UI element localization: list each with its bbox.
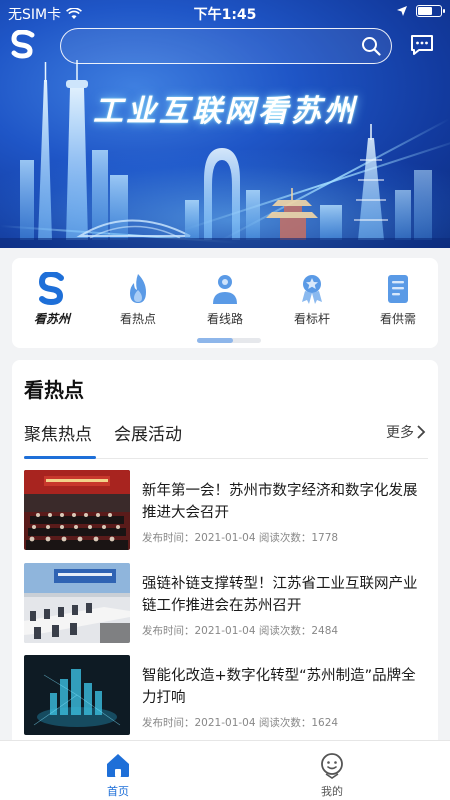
news-meta: 发布时间：2021-01-04 阅读次数：1624: [142, 717, 339, 729]
category-kan-redian[interactable]: 看热点: [108, 272, 168, 327]
category-label: 看线路: [206, 312, 243, 326]
location-arrow-icon: [397, 6, 407, 16]
tab-mine[interactable]: 我的: [302, 751, 362, 799]
news-meta: 发布时间：2021-01-04 阅读次数：2484: [142, 625, 339, 637]
status-bar: 无SIM卡 下午1:45: [0, 0, 450, 26]
news-title: 新年第一会！苏州市数字经济和数字化发展推进大会召开: [142, 483, 418, 521]
category-label: 看标杆: [293, 312, 330, 326]
category-kan-gongxu[interactable]: 看供需: [368, 272, 428, 327]
message-icon[interactable]: [410, 34, 434, 56]
category-kan-xianlu[interactable]: 看线路: [195, 272, 255, 327]
news-item[interactable]: 智能化改造+数字化转型“苏州制造”品牌全力打响 发布时间：2021-01-04 …: [24, 655, 428, 735]
flame-icon: [130, 274, 146, 303]
home-icon: [107, 754, 129, 777]
document-icon: [388, 275, 408, 303]
news-thumbnail: [24, 563, 130, 643]
news-item[interactable]: 强链补链支撑转型！江苏省工业互联网产业链工作推进会在苏州召开 发布时间：2021…: [24, 563, 428, 643]
tab-focus-hot[interactable]: 聚焦热点: [24, 420, 92, 445]
hot-section: 看热点 聚焦热点 会展活动 更多 新年第一会！苏州市数字经济和数字化发展推进大会…: [12, 360, 438, 744]
news-meta: 发布时间：2021-01-04 阅读次数：1778: [142, 532, 339, 544]
news-title: 强链补链支撑转型！江苏省工业互联网产业链工作推进会在苏州召开: [142, 576, 418, 614]
bottom-tab-bar: 首页 我的: [0, 740, 450, 800]
profile-face-icon: [321, 753, 343, 779]
tab-exhibitions[interactable]: 会展活动: [114, 420, 182, 445]
status-time: 下午1:45: [193, 7, 257, 23]
search-input[interactable]: [75, 35, 345, 57]
more-link[interactable]: 更多: [386, 422, 426, 442]
award-medal-icon: [302, 275, 322, 304]
search-icon[interactable]: [361, 36, 381, 56]
tab-home[interactable]: 首页: [88, 751, 148, 799]
app-logo-icon[interactable]: [10, 30, 38, 60]
news-thumbnail: [24, 470, 130, 550]
news-title: 智能化改造+数字化转型“苏州制造”品牌全力打响: [142, 668, 416, 706]
category-pager[interactable]: [197, 338, 261, 343]
app-logo-icon: [38, 272, 64, 306]
more-label: 更多: [386, 425, 414, 441]
section-title: 看热点: [24, 378, 84, 402]
search-bar[interactable]: [60, 28, 392, 64]
active-tab-indicator: [24, 456, 96, 459]
news-item[interactable]: 新年第一会！苏州市数字经济和数字化发展推进大会召开 发布时间：2021-01-0…: [24, 470, 428, 550]
banner-title: 工业互联网看苏州: [93, 94, 357, 129]
news-thumbnail: [24, 655, 130, 735]
category-label: 看苏州: [33, 312, 70, 326]
category-card: 看苏州 看热点 看线路 看标杆 看供需: [12, 258, 438, 348]
category-label: 看热点: [119, 312, 156, 326]
chevron-right-icon: [417, 425, 426, 439]
battery-icon: [416, 5, 445, 17]
category-kan-suzhou[interactable]: 看苏州: [22, 272, 82, 327]
category-label: 看供需: [379, 312, 416, 326]
location-person-icon: [213, 275, 237, 304]
tab-label: 首页: [107, 785, 129, 798]
tab-label: 我的: [321, 785, 343, 798]
category-kan-biaogan[interactable]: 看标杆: [282, 272, 342, 327]
